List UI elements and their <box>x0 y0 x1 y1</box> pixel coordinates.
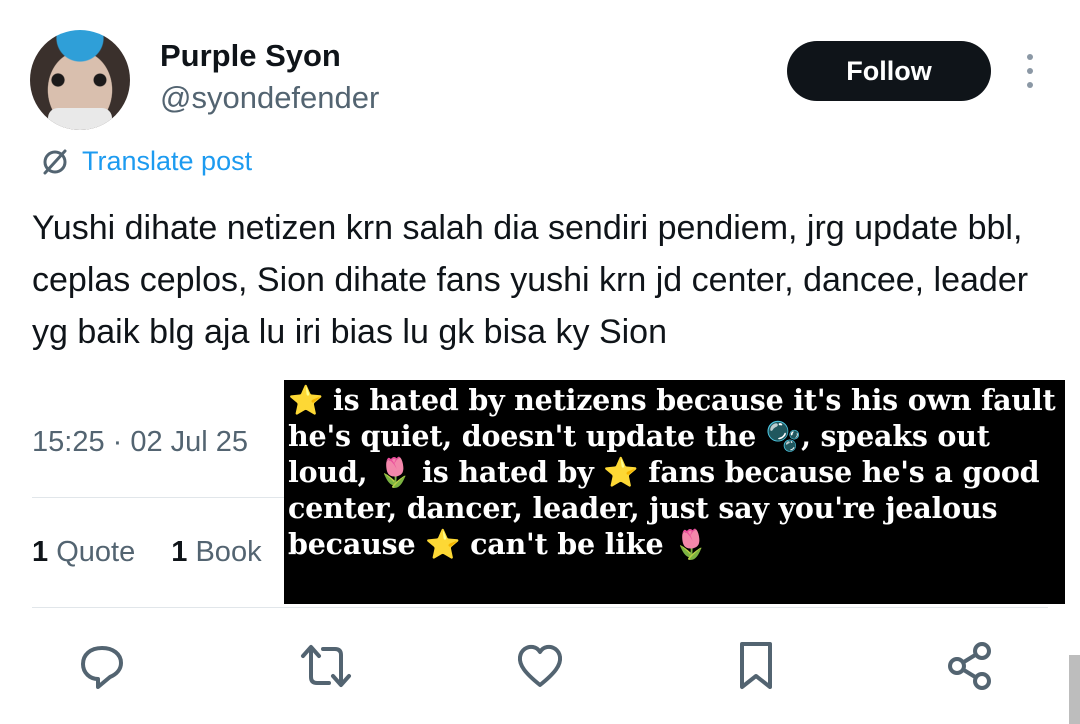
translate-icon <box>43 149 67 174</box>
scrollbar[interactable] <box>1069 655 1080 724</box>
translation-overlay: ⭐ is hated by netizens because it's his … <box>284 380 1065 604</box>
translate-post-label: Translate post <box>82 146 253 176</box>
divider <box>32 607 1048 608</box>
follow-button[interactable]: Follow <box>787 41 991 101</box>
bookmarks-count: 1 <box>171 536 188 568</box>
quotes-label: Quote <box>56 536 136 568</box>
author-display-name[interactable]: Purple Syon <box>160 38 341 74</box>
bookmarks-stat[interactable]: 1 Book <box>171 536 261 569</box>
share-icon[interactable] <box>940 636 1000 696</box>
repost-icon[interactable] <box>296 636 356 696</box>
quotes-count: 1 <box>32 536 49 568</box>
action-bar <box>0 636 1080 700</box>
bookmarks-label: Book <box>195 536 262 568</box>
reply-icon[interactable] <box>72 636 132 696</box>
author-handle[interactable]: @syondefender <box>160 80 379 116</box>
bookmark-icon[interactable] <box>726 636 786 696</box>
more-options-icon[interactable] <box>1016 54 1044 88</box>
like-icon[interactable] <box>510 636 570 696</box>
translate-post-link[interactable]: Translate post <box>40 146 252 177</box>
quotes-stat[interactable]: 1 Quote <box>32 536 135 569</box>
post-timestamp[interactable]: 15:25 · 02 Jul 25 <box>32 426 248 459</box>
post-stats: 1 Quote 1 Book <box>32 536 290 569</box>
avatar[interactable] <box>30 30 130 130</box>
post-text: Yushi dihate netizen krn salah dia sendi… <box>32 209 1038 351</box>
